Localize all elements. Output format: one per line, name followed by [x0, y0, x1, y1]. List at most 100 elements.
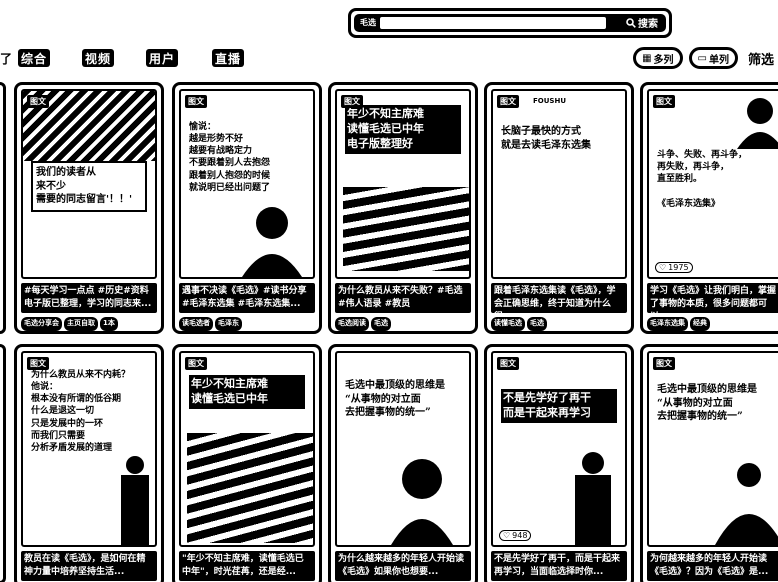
card-thumbnail: 图文 斗争、失败、再斗争， 再失败，再斗争， 直至胜利。 《毛泽东选集》 ♡ 1…	[647, 89, 778, 279]
card-caption: 不是先学好了再干，而是干起来再学习，当面临选择时你...	[491, 551, 627, 581]
card-tag[interactable]: 毛选分享会	[21, 317, 62, 331]
card-tag[interactable]: 毛泽东选集	[647, 317, 688, 331]
result-card-7[interactable]: 图文 年少不知主席难 读懂毛选已中年 "年少不知主席难，读懂毛选已中年"，时光荏…	[172, 344, 322, 582]
card-thumb-text: 年少不知主席难 读懂毛选已中年 电子版整理好	[345, 105, 461, 154]
single-column-label: 单列	[708, 54, 729, 66]
card-thumb-text: 为什么教员从来不内耗？ 他说： 根本没有所谓的低谷期 什么是退这一切 只是发展中…	[31, 370, 131, 453]
card-tag[interactable]: 1本	[100, 317, 118, 331]
tab-user[interactable]: 用户	[146, 49, 179, 67]
tab-video[interactable]: 视频	[82, 49, 115, 67]
card-thumb-text: 年少不知主席难 读懂毛选已中年	[189, 375, 305, 409]
filter-label: 筛选	[747, 52, 774, 68]
card-thumbnail: 图文 FOUSHU 长脑子最快的方式 就是去读毛泽东选集	[491, 89, 627, 279]
grid-icon: ▦	[642, 52, 652, 64]
card-caption: 为什么越来越多的年轻人开始读《毛选》如果你也想要...	[335, 551, 471, 581]
card-caption: 为什么教员从来不失败？#毛选 #伟人语录 #教员	[335, 283, 471, 313]
card-type-badge: 图文	[341, 95, 363, 108]
result-card-5[interactable]: 图文 斗争、失败、再斗争， 再失败，再斗争， 直至胜利。 《毛泽东选集》 ♡ 1…	[640, 82, 778, 334]
card-tags: 毛选分享会 主页自取 1本	[21, 317, 157, 331]
result-card-10[interactable]: 图文 毛选中最顶级的思维是 “从事物的对立面 去把握事物的统一” 为何越来越多的…	[640, 344, 778, 582]
top-bar: 毛选 搜索	[0, 0, 778, 40]
card-type-badge: 图文	[185, 357, 207, 370]
card-type-badge: 图文	[653, 95, 675, 108]
result-card-6[interactable]: 图文 为什么教员从来不内耗？ 他说： 根本没有所谓的低谷期 什么是退这一切 只是…	[14, 344, 164, 582]
portrait-figure	[242, 207, 302, 277]
card-thumb-text: 我们的读者从 来不少 需要的同志留言'！！'	[31, 161, 147, 212]
card-thumb-text: 毛选中最顶级的思维是 “从事物的对立面 去把握事物的统一”	[657, 384, 757, 422]
card-caption: 跟着毛泽东选集读《毛选》，学会正确思维，终于知道为什么很...	[491, 283, 627, 313]
card-tag[interactable]: 读懂毛选	[491, 317, 525, 331]
search-keyword-tag[interactable]: 毛选	[360, 17, 376, 28]
card-type-badge: 图文	[497, 95, 519, 108]
book-stack-image	[343, 187, 469, 271]
result-card-9[interactable]: 图文 不是先学好了再干 而是干起来再学习 ♡ 948 不是先学好了再干，而是干起…	[484, 344, 634, 582]
card-type-badge: 图文	[27, 357, 49, 370]
standing-figure	[575, 452, 611, 545]
card-tag[interactable]: 毛选	[371, 317, 391, 331]
multi-column-label: 多列	[653, 54, 674, 66]
card-thumb-text: 愉说： 越是形势不好 越要有战略定力 不要跟着别人去抱怨 跟着别人抱怨的时候 就…	[189, 122, 271, 193]
card-tags: 毛选阅读 毛选	[335, 317, 471, 331]
tab-comprehensive[interactable]: 综合	[18, 49, 51, 67]
partial-card-left-top[interactable]	[0, 82, 6, 334]
standing-figure	[121, 456, 149, 545]
card-caption: 为何越来越多的年轻人开始读《毛选》？因为《毛选》是...	[647, 551, 778, 581]
card-caption: #每天学习一点点 #历史#资料 电子版已整理，学习的同志来...	[21, 283, 157, 313]
card-thumbnail: 图文 愉说： 越是形势不好 越要有战略定力 不要跟着别人去抱怨 跟着别人抱怨的时…	[179, 89, 315, 279]
search-inner: 毛选 搜索	[354, 14, 666, 32]
card-tag[interactable]: 毛选阅读	[335, 317, 369, 331]
card-caption: 学习《毛选》让我们明白，掌握了事物的本质，很多问题都可以...	[647, 283, 778, 313]
card-type-badge: 图文	[27, 95, 49, 108]
search-icon	[626, 17, 636, 28]
card-tags: 读毛选者 毛泽东	[179, 317, 315, 331]
card-type-badge: 图文	[185, 95, 207, 108]
heart-icon: ♡	[503, 531, 511, 540]
card-thumb-text: 斗争、失败、再斗争， 再失败，再斗争， 直至胜利。 《毛泽东选集》	[657, 150, 748, 209]
like-count-value: 1975	[668, 263, 689, 272]
card-tag[interactable]: 读毛选者	[179, 317, 213, 331]
partial-card-left-bottom[interactable]	[0, 344, 6, 582]
search-button[interactable]: 搜索	[622, 15, 662, 30]
result-card-2[interactable]: 图文 愉说： 越是形势不好 越要有战略定力 不要跟着别人去抱怨 跟着别人抱怨的时…	[172, 82, 322, 334]
search-input[interactable]	[380, 17, 606, 29]
like-count[interactable]: ♡ 1975	[655, 262, 693, 273]
result-card-8[interactable]: 毛选中最顶级的思维是 “从事物的对立面 去把握事物的统一” 为什么越来越多的年轻…	[328, 344, 478, 582]
tab-lead-fragment: 了	[0, 52, 13, 66]
like-count[interactable]: ♡ 948	[499, 530, 532, 541]
search-box[interactable]: 毛选 搜索	[348, 8, 672, 38]
card-type-badge: 图文	[497, 357, 519, 370]
card-thumbnail: 图文 年少不知主席难 读懂毛选已中年 电子版整理好	[335, 89, 471, 279]
card-caption: "年少不知主席难，读懂毛选已中年"，时光荏苒，还是经...	[179, 551, 315, 581]
portrait-figure	[737, 98, 778, 149]
card-thumbnail: 图文 我们的读者从 来不少 需要的同志留言'！！'	[21, 89, 157, 279]
book-stack-image	[187, 433, 313, 543]
card-tags: 读懂毛选 毛选	[491, 317, 627, 331]
card-tag[interactable]: 毛选	[527, 317, 547, 331]
card-thumbnail: 毛选中最顶级的思维是 “从事物的对立面 去把握事物的统一”	[335, 351, 471, 547]
like-count-value: 948	[512, 531, 528, 540]
tab-live[interactable]: 直播	[212, 49, 245, 67]
card-tag[interactable]: 主页自取	[64, 317, 98, 331]
card-thumbnail: 图文 年少不知主席难 读懂毛选已中年	[179, 351, 315, 547]
card-tag[interactable]: 毛泽东	[215, 317, 242, 331]
card-tag[interactable]: 经典	[690, 317, 710, 331]
portrait-figure	[391, 459, 453, 545]
result-card-1[interactable]: 图文 我们的读者从 来不少 需要的同志留言'！！' #每天学习一点点 #历史#资…	[14, 82, 164, 334]
card-thumb-text: 不是先学好了再干 而是干起来再学习	[501, 389, 617, 423]
card-type-badge: 图文	[653, 357, 675, 370]
card-caption: 教员在读《毛选》，是如何在精神力量中培养坚持生活...	[21, 551, 157, 581]
filter-button[interactable]: 筛选	[743, 47, 778, 69]
card-thumbnail: 图文 毛选中最顶级的思维是 “从事物的对立面 去把握事物的统一”	[647, 351, 778, 547]
list-icon: ▭	[697, 52, 707, 64]
card-thumb-text: 长脑子最快的方式 就是去读毛泽东选集	[501, 126, 591, 151]
card-tags: 毛泽东选集 经典	[647, 317, 778, 331]
result-card-3[interactable]: 图文 年少不知主席难 读懂毛选已中年 电子版整理好 为什么教员从来不失败？#毛选…	[328, 82, 478, 334]
multi-column-toggle[interactable]: ▦ 多列	[633, 47, 683, 69]
results-grid: 图文 我们的读者从 来不少 需要的同志留言'！！' #每天学习一点点 #历史#资…	[0, 78, 778, 582]
search-button-label: 搜索	[638, 19, 658, 30]
card-thumbnail: 图文 为什么教员从来不内耗？ 他说： 根本没有所谓的低谷期 什么是退这一切 只是…	[21, 351, 157, 547]
result-card-4[interactable]: 图文 FOUSHU 长脑子最快的方式 就是去读毛泽东选集 跟着毛泽东选集读《毛选…	[484, 82, 634, 334]
card-caption: 遇事不决读《毛选》#读书分享 #毛泽东选集 #毛泽东选集...	[179, 283, 315, 313]
card-thumbnail: 图文 不是先学好了再干 而是干起来再学习 ♡ 948	[491, 351, 627, 547]
single-column-toggle[interactable]: ▭ 单列	[688, 47, 738, 69]
